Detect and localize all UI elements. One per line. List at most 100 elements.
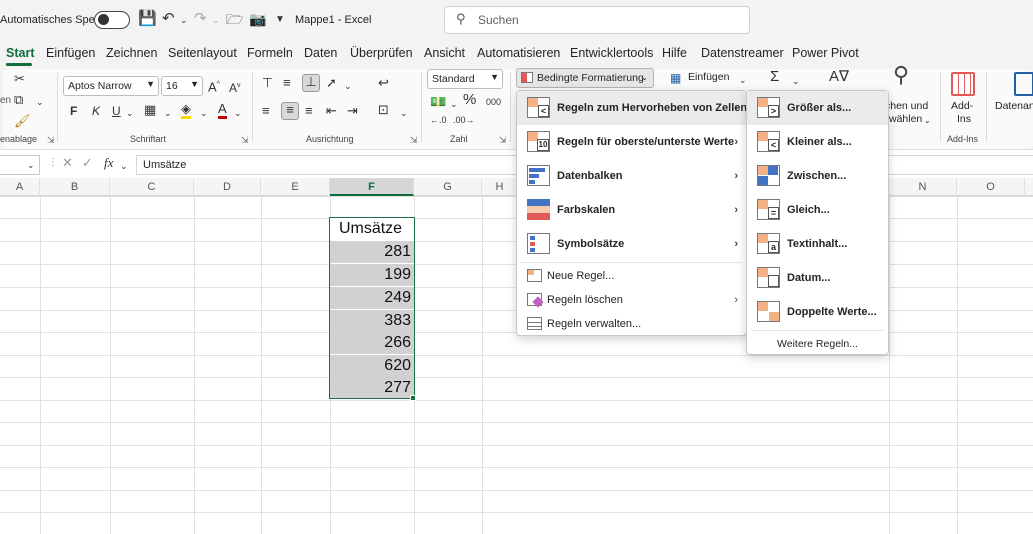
column-header-o[interactable]: O <box>957 178 1025 196</box>
align-middle-icon[interactable]: ≡ <box>283 76 291 90</box>
conditional-formatting-button[interactable]: Bedingte Formatierung ⌄ <box>516 68 654 88</box>
column-header-g[interactable]: G <box>414 178 482 196</box>
tab-ansicht[interactable]: Ansicht <box>424 46 465 60</box>
autosum-icon[interactable]: Σ <box>770 69 779 84</box>
column-header-n[interactable]: N <box>889 178 957 196</box>
increase-font-icon[interactable]: A^ <box>208 78 220 94</box>
italic-button[interactable]: K <box>92 104 100 118</box>
copy-dropdown-icon[interactable]: ⌄ <box>36 95 44 109</box>
menu-item-highlight-cells-rules[interactable]: < Regeln zum Hervorheben von Zellen › <box>517 91 747 125</box>
tab-hilfe[interactable]: Hilfe <box>662 46 687 60</box>
tab-einfuegen[interactable]: Einfügen <box>46 46 95 60</box>
thousands-separator-button[interactable]: 000 <box>486 95 501 109</box>
tab-zeichnen[interactable]: Zeichnen <box>106 46 157 60</box>
cancel-icon[interactable]: ✕ <box>62 156 73 170</box>
column-header-h[interactable]: H <box>482 178 518 196</box>
number-format-combo[interactable]: Standard ▼ <box>427 69 503 89</box>
submenu-item-text-contains[interactable]: a Textinhalt... <box>747 227 888 261</box>
undo-dropdown-icon[interactable]: ⌄ <box>180 13 188 27</box>
more-options-icon[interactable]: ⋮ <box>48 156 58 170</box>
redo-icon[interactable]: ↷ <box>194 11 207 26</box>
font-color-dropdown-icon[interactable]: ⌄ <box>234 106 242 120</box>
accounting-format-icon[interactable]: 💵 <box>430 95 446 109</box>
fx-dropdown-icon[interactable]: ⌄ <box>120 159 128 173</box>
borders-icon[interactable]: ▦ <box>144 103 156 117</box>
align-right-icon[interactable]: ≡ <box>305 104 313 118</box>
font-name-combo[interactable]: Aptos Narrow ▼ <box>63 76 159 96</box>
find-select-label-2[interactable]: wählen <box>889 113 922 125</box>
tab-seitenlayout[interactable]: Seitenlayout <box>168 46 237 60</box>
align-center-icon[interactable]: ≡ <box>281 102 299 120</box>
bold-button[interactable]: F <box>70 104 77 118</box>
increase-indent-icon[interactable]: ⇥ <box>347 104 358 118</box>
merge-dropdown-icon[interactable]: ⌄ <box>400 106 408 120</box>
tab-daten[interactable]: Daten <box>304 46 337 60</box>
align-bottom-icon[interactable]: ⊥ <box>302 74 320 92</box>
column-header-d[interactable]: D <box>194 178 261 196</box>
redo-dropdown-icon[interactable]: ⌄ <box>212 13 220 27</box>
fill-handle[interactable] <box>410 395 416 401</box>
copy-icon[interactable]: ⧉ <box>14 93 23 107</box>
submenu-item-between[interactable]: Zwischen... <box>747 159 888 193</box>
tab-power-pivot[interactable]: Power Pivot <box>792 46 859 60</box>
menu-item-color-scales[interactable]: Farbskalen › <box>517 193 746 227</box>
font-size-combo[interactable]: 16 ▼ <box>161 76 203 96</box>
autosave-toggle[interactable] <box>94 11 130 29</box>
find-select-dropdown-icon[interactable]: ⌄ <box>924 114 931 128</box>
alignment-launcher-icon[interactable]: ⇲ <box>410 133 418 147</box>
format-painter-icon[interactable]: 🖌 <box>14 114 31 128</box>
decrease-decimal-icon[interactable]: .00→ <box>453 113 475 127</box>
menu-item-new-rule[interactable]: Neue Regel... <box>517 264 746 288</box>
undo-icon[interactable]: ↶ <box>162 11 175 26</box>
confirm-icon[interactable]: ✓ <box>82 156 93 170</box>
clipboard-launcher-icon[interactable]: ⇲ <box>47 133 55 147</box>
align-left-icon[interactable]: ≡ <box>262 104 270 118</box>
align-top-icon[interactable]: ⊤ <box>262 76 273 90</box>
save-icon[interactable]: 💾 <box>138 11 157 26</box>
submenu-item-duplicate-values[interactable]: Doppelte Werte... <box>747 295 888 329</box>
decrease-font-icon[interactable]: Av <box>229 79 241 95</box>
insert-cells-button[interactable]: Einfügen <box>684 68 733 88</box>
name-box-dropdown-icon[interactable]: ⌄ <box>27 158 35 172</box>
number-launcher-icon[interactable]: ⇲ <box>499 133 507 147</box>
tab-ueberpruefen[interactable]: Überprüfen <box>350 46 413 60</box>
menu-item-top-bottom-rules[interactable]: 10 Regeln für oberste/unterste Werte › <box>517 125 746 159</box>
submenu-item-greater-than[interactable]: > Größer als... <box>747 91 888 125</box>
insert-cells-icon[interactable]: ▦ <box>670 71 681 85</box>
submenu-item-more-rules[interactable]: Weitere Regeln... <box>747 332 888 356</box>
add-ins-label-2[interactable]: Ins <box>957 113 971 125</box>
merge-center-icon[interactable]: ⊡ <box>378 103 389 117</box>
insert-function-button[interactable]: fx <box>104 156 113 170</box>
menu-item-clear-rules[interactable]: Regeln löschen › <box>517 288 746 312</box>
insert-dropdown-icon[interactable]: ⌄ <box>739 73 747 87</box>
underline-dropdown-icon[interactable]: ⌄ <box>126 106 134 120</box>
decrease-indent-icon[interactable]: ⇤ <box>326 104 337 118</box>
column-header-f[interactable]: F <box>330 178 414 196</box>
menu-item-data-bars[interactable]: Datenbalken › <box>517 159 746 193</box>
increase-decimal-icon[interactable]: ←.0 <box>430 113 447 127</box>
submenu-item-date-occurring[interactable]: Datum... <box>747 261 888 295</box>
font-color-icon[interactable]: A <box>218 102 227 119</box>
tab-automatisieren[interactable]: Automatisieren <box>477 46 560 60</box>
percent-button[interactable]: % <box>463 92 476 107</box>
autosum-dropdown-icon[interactable]: ⌄ <box>792 74 800 88</box>
column-header-c[interactable]: C <box>110 178 194 196</box>
sort-filter-icon[interactable]: A∇ <box>829 69 849 84</box>
camera-icon[interactable]: 📷 <box>249 12 266 26</box>
tab-entwicklertools[interactable]: Entwicklertools <box>570 46 653 60</box>
fill-color-icon[interactable]: ◈ <box>181 102 191 119</box>
menu-item-icon-sets[interactable]: Symbolsätze › <box>517 227 746 261</box>
column-header-b[interactable]: B <box>40 178 110 196</box>
font-launcher-icon[interactable]: ⇲ <box>241 133 249 147</box>
add-ins-icon[interactable] <box>951 72 975 96</box>
accounting-dropdown-icon[interactable]: ⌄ <box>450 97 458 111</box>
fill-color-dropdown-icon[interactable]: ⌄ <box>200 106 208 120</box>
submenu-item-less-than[interactable]: < Kleiner als... <box>747 125 888 159</box>
add-ins-label-1[interactable]: Add- <box>951 100 973 112</box>
wrap-text-icon[interactable]: ↩ <box>378 76 389 90</box>
open-folder-icon[interactable]: 🗁 <box>226 12 243 26</box>
column-header-e[interactable]: E <box>261 178 330 196</box>
tab-formeln[interactable]: Formeln <box>247 46 293 60</box>
tab-start[interactable]: Start <box>6 46 34 60</box>
column-header-a[interactable]: A <box>0 178 40 196</box>
